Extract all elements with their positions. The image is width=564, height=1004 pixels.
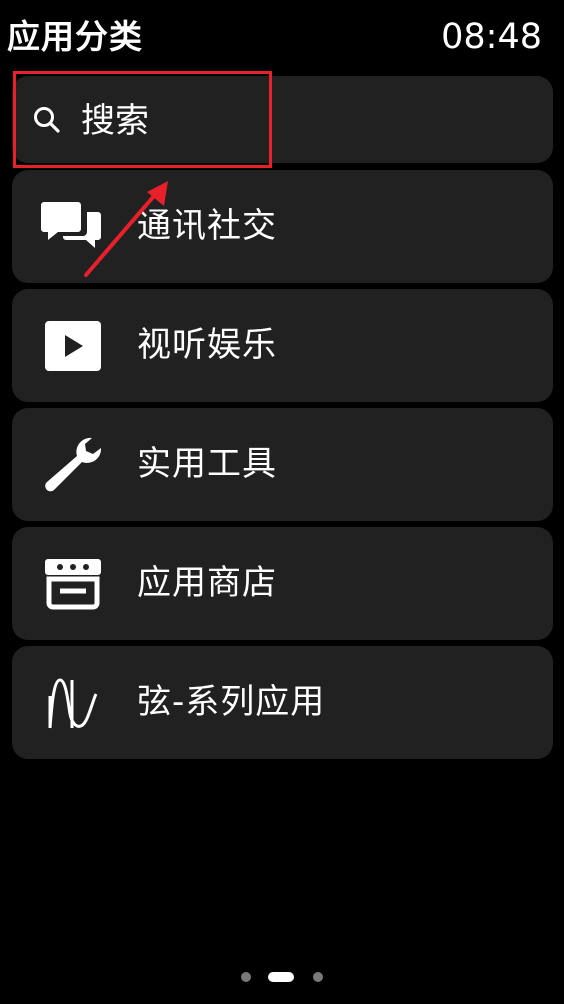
page-dot-active[interactable]: [268, 972, 294, 982]
category-label: 弦-系列应用: [137, 682, 326, 722]
chat-bubbles-icon: [41, 202, 101, 248]
page-title: 应用分类: [7, 17, 143, 56]
category-app-store[interactable]: 应用商店: [12, 527, 553, 640]
store-icon: [45, 559, 101, 610]
page-dot[interactable]: [241, 972, 251, 982]
play-icon: [45, 321, 101, 371]
category-label: 通讯社交: [137, 206, 277, 246]
waveform-icon: [48, 678, 98, 729]
wrench-icon: [45, 437, 102, 492]
category-tools[interactable]: 实用工具: [12, 408, 553, 521]
category-entertainment[interactable]: 视听娱乐: [12, 289, 553, 402]
annotation-highlight-box: [13, 71, 272, 168]
category-label: 视听娱乐: [137, 325, 277, 365]
category-label: 应用商店: [137, 563, 277, 603]
page-dot[interactable]: [313, 972, 323, 982]
page-indicator: [0, 972, 564, 984]
category-label: 实用工具: [137, 444, 277, 484]
clock-time: 08:48: [441, 17, 542, 57]
category-communication[interactable]: 通讯社交: [12, 170, 553, 283]
category-xian-series[interactable]: 弦-系列应用: [12, 646, 553, 759]
